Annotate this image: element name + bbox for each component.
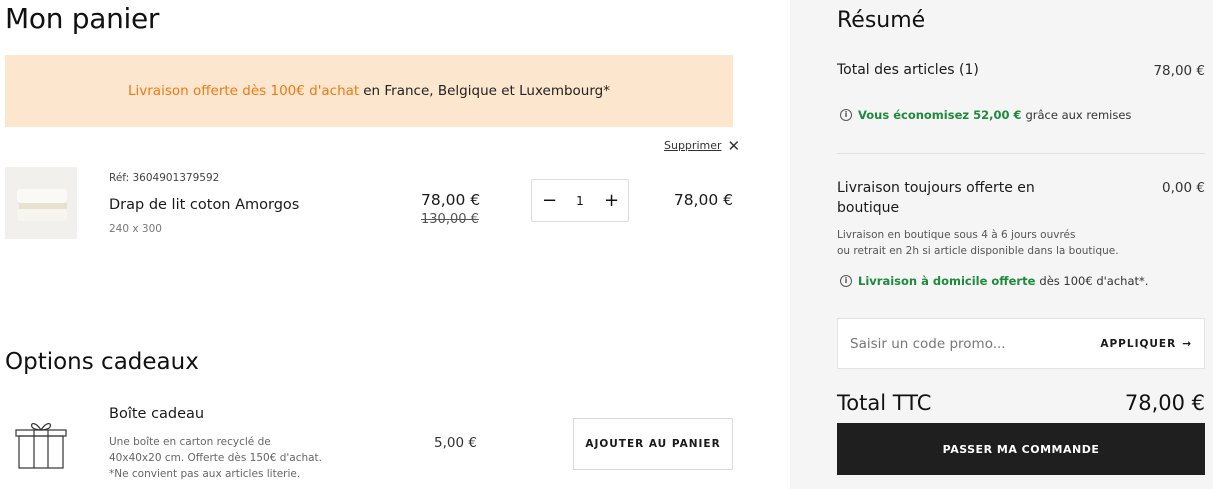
quantity-stepper: − 1 + — [531, 179, 629, 222]
close-icon[interactable]: ✕ — [728, 138, 741, 153]
page-title: Mon panier — [5, 2, 160, 35]
cart-section: Mon panier Livraison offerte dès 100€ d'… — [0, 0, 790, 489]
gift-option-price: 5,00 € — [434, 435, 477, 451]
old-price: 130,00 € — [421, 212, 479, 227]
items-total-label: Total des articles (1) — [837, 62, 979, 78]
gift-option-description: Une boîte en carton recyclé de 40x40x20 … — [109, 434, 339, 482]
promo-code-box: APPLIQUER → — [837, 318, 1205, 369]
checkout-button[interactable]: PASSER MA COMMANDE — [837, 423, 1205, 475]
shipping-value: 0,00 € — [1162, 180, 1205, 196]
home-delivery-text: dès 100€ d'achat*. — [1039, 274, 1149, 288]
summary-panel: Résumé Total des articles (1) 78,00 € i … — [790, 0, 1213, 489]
product-dimensions: 240 x 300 — [109, 223, 162, 235]
divider — [837, 153, 1205, 154]
apply-label[interactable]: APPLIQUER — [1100, 338, 1176, 350]
product-ref: Réf: 3604901379592 — [109, 172, 220, 184]
apply-promo-button[interactable]: APPLIQUER → — [1100, 338, 1192, 350]
shipping-desc-line: Livraison en boutique sous 4 à 6 jours o… — [837, 229, 1076, 241]
arrow-right-icon[interactable]: → — [1182, 338, 1192, 350]
free-shipping-banner: Livraison offerte dès 100€ d'achat en Fr… — [5, 55, 733, 127]
banner-text: en France, Belgique et Luxembourg* — [363, 83, 610, 99]
gift-options-title: Options cadeaux — [5, 349, 199, 375]
product-name[interactable]: Drap de lit coton Amorgos — [109, 197, 299, 213]
increase-quantity-button[interactable]: + — [604, 191, 619, 210]
home-delivery-info: i Livraison à domicile offerte dès 100€ … — [840, 274, 1148, 288]
product-thumbnail[interactable] — [5, 167, 77, 239]
home-delivery-highlight: Livraison à domicile offerte — [858, 274, 1036, 288]
gift-desc-line: 40x40x20 cm. Offerte dès 150€ d'achat. — [109, 452, 323, 464]
line-total: 78,00 € — [673, 191, 733, 209]
unit-price: 78,00 € — [421, 191, 481, 209]
gift-box-icon — [15, 423, 67, 469]
gift-desc-line: *Ne convient pas aux articles literie. — [109, 468, 301, 480]
items-total-value: 78,00 € — [1153, 63, 1205, 79]
savings-amount: Vous économisez 52,00 € — [858, 108, 1022, 122]
decrease-quantity-button[interactable]: − — [542, 191, 557, 210]
promo-code-input[interactable] — [850, 335, 1080, 352]
banner-accent-text: Livraison offerte dès 100€ d'achat — [128, 83, 360, 99]
shipping-description: Livraison en boutique sous 4 à 6 jours o… — [837, 227, 1137, 259]
savings-text: grâce aux remises — [1025, 108, 1132, 122]
remove-item-button[interactable]: Supprimer ✕ — [664, 138, 741, 153]
info-icon: i — [840, 109, 852, 121]
gift-option-name: Boîte cadeau — [109, 406, 205, 422]
savings-info: i Vous économisez 52,00 € grâce aux remi… — [840, 108, 1131, 122]
total-value: 78,00 € — [1124, 391, 1205, 415]
summary-title: Résumé — [837, 8, 926, 33]
add-to-cart-button[interactable]: AJOUTER AU PANIER — [573, 418, 733, 470]
gift-desc-line: Une boîte en carton recyclé de — [109, 436, 271, 448]
total-label: Total TTC — [837, 391, 932, 415]
shipping-desc-line: ou retrait en 2h si article disponible d… — [837, 245, 1119, 257]
info-icon: i — [840, 275, 852, 287]
quantity-value: 1 — [576, 193, 584, 208]
shipping-label: Livraison toujours offerte en boutique — [837, 180, 1035, 216]
remove-label[interactable]: Supprimer — [664, 139, 722, 152]
